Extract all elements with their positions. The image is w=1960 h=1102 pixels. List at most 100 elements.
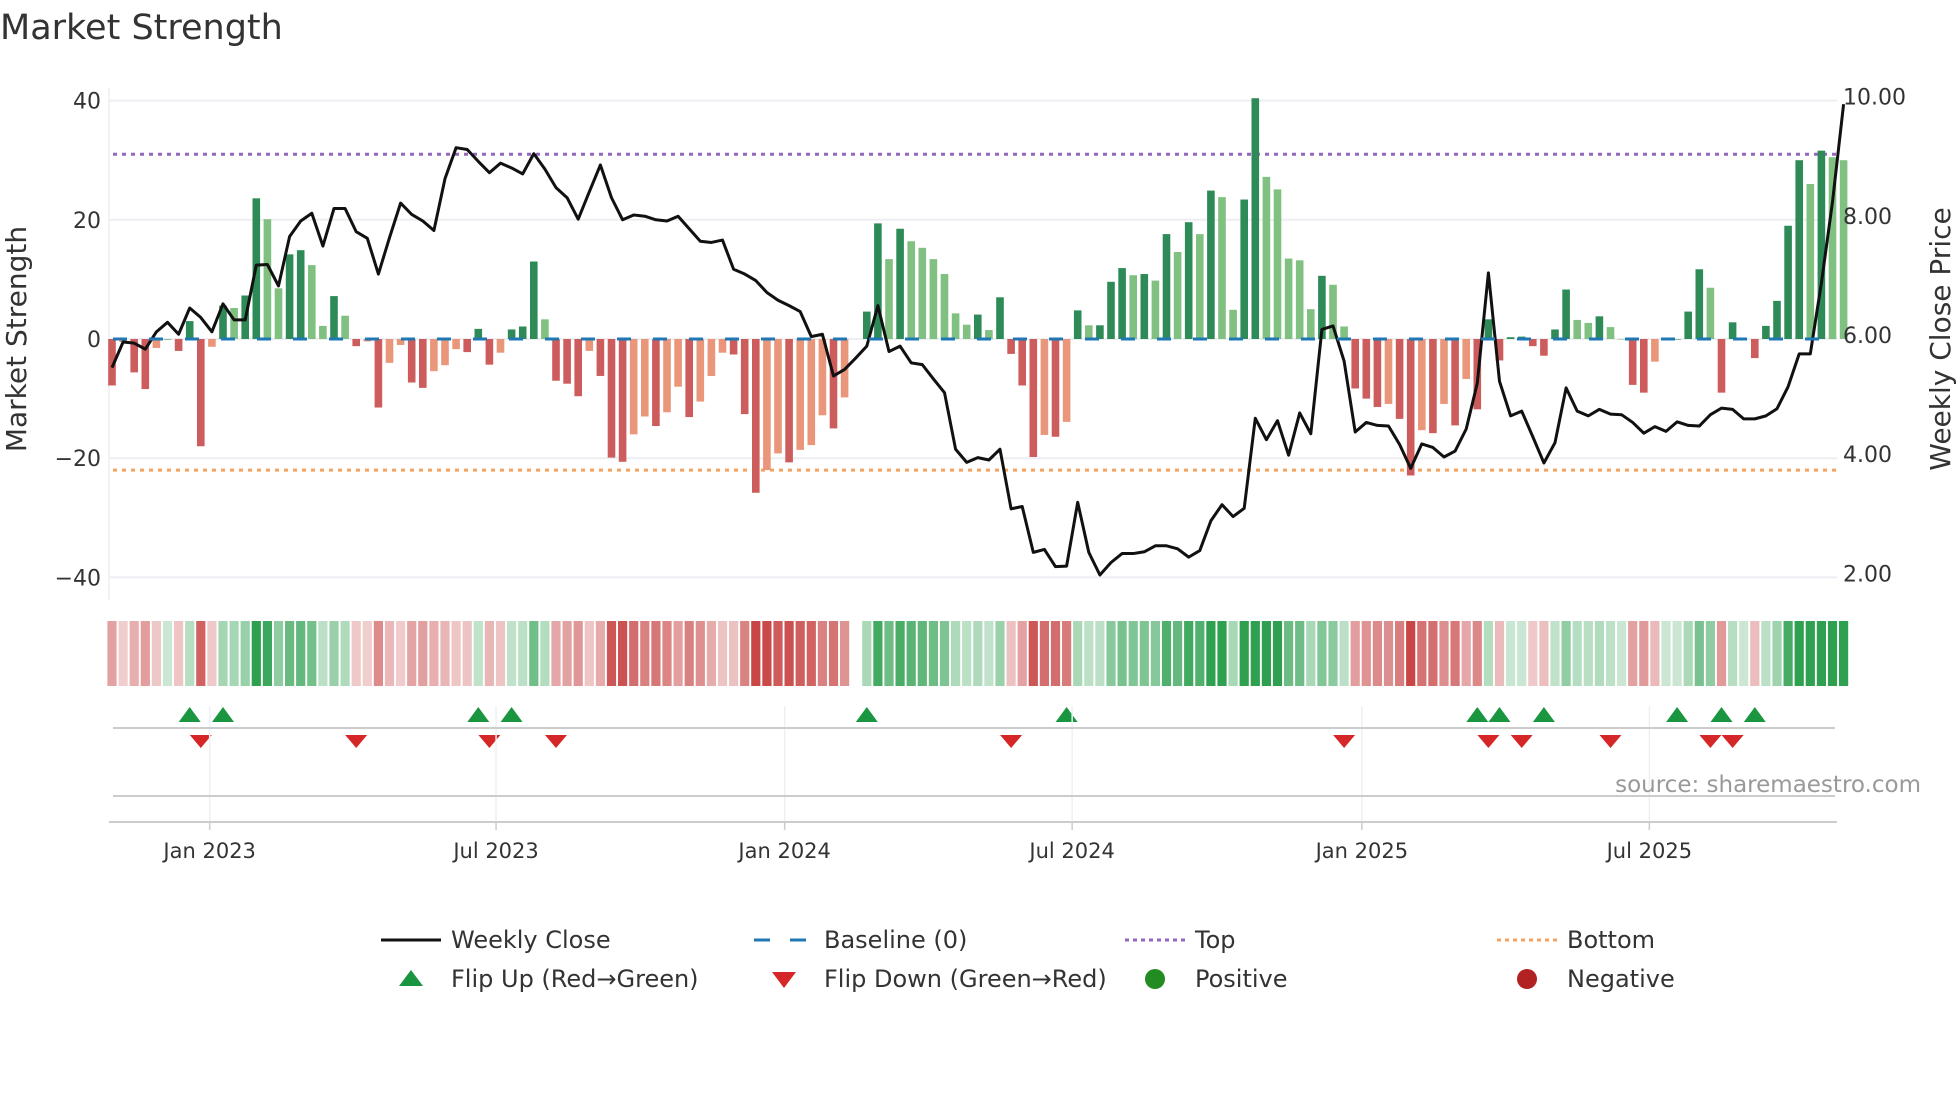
legend-label: Top (1194, 926, 1236, 954)
flip-up-marker (178, 707, 201, 722)
heat-cell (384, 621, 395, 686)
y2-axis-title: Weekly Close Price (1924, 207, 1957, 470)
strength-bar (641, 339, 649, 417)
heat-cell (362, 621, 372, 686)
strength-bar (285, 254, 294, 339)
heat-cell (862, 621, 872, 686)
heat-cell (1372, 621, 1382, 686)
heat-cell (762, 621, 772, 686)
heat-cell (1028, 621, 1038, 686)
heat-cell (1450, 621, 1460, 686)
heat-cell (906, 621, 916, 686)
heat-cell (1361, 621, 1371, 686)
strength-bar (496, 339, 505, 353)
flip-down-marker (1000, 735, 1023, 748)
heat-cell (551, 621, 561, 686)
heat-cell (1839, 621, 1849, 686)
heat-cell (806, 621, 816, 686)
strength-bar (1429, 339, 1437, 434)
heat-cell (307, 621, 317, 686)
y2-tick-label: 10.00 (1843, 86, 1906, 111)
strength-bar (1018, 339, 1026, 386)
heat-cell (1039, 621, 1049, 686)
strength-bar (1029, 339, 1038, 458)
strength-bar (1151, 280, 1160, 339)
heat-cell (185, 621, 195, 686)
heat-cell (162, 621, 173, 686)
flip-down-marker (545, 735, 567, 748)
strength-bar (1762, 325, 1770, 339)
heat-cell (895, 621, 905, 686)
y-tick-label: 40 (73, 90, 101, 115)
heat-cell (251, 621, 261, 686)
strength-bar (1584, 322, 1593, 339)
heat-cell (817, 621, 827, 686)
heat-cell (1284, 621, 1294, 686)
strength-bar (1051, 339, 1060, 437)
heat-cell (1272, 621, 1283, 686)
strength-bar (940, 274, 949, 339)
x-tick-label: Jan 2025 (1314, 839, 1409, 863)
strength-bar (962, 324, 971, 339)
flip-down-marker (1599, 735, 1622, 748)
legend-triangle-down-icon (772, 972, 796, 988)
heat-cell (1095, 621, 1105, 686)
flip-up-marker (1055, 707, 1078, 722)
heat-cell (429, 621, 439, 686)
heat-cell (1761, 621, 1771, 686)
strength-bar (707, 339, 716, 376)
source-label: source: sharemaestro.com (1615, 772, 1921, 798)
strength-bar (1451, 339, 1459, 426)
heat-cell (1084, 621, 1094, 686)
strength-bar (1351, 339, 1359, 389)
strength-bar (1295, 260, 1304, 339)
heat-cell (373, 621, 383, 686)
heat-cell (529, 621, 539, 686)
heat-cell (1339, 621, 1349, 686)
heat-cell (618, 621, 628, 686)
left-axis: 40 20 0 −20 −40 (55, 90, 101, 592)
heat-cell (1217, 621, 1227, 686)
heat-cell (507, 621, 517, 686)
heat-cell (640, 621, 650, 686)
heat-cell (240, 621, 250, 686)
strength-bar (474, 328, 483, 339)
heat-cell (1827, 621, 1838, 686)
strength-bar (1173, 251, 1182, 339)
strength-bar (1406, 339, 1415, 476)
strength-bar (951, 313, 960, 339)
heat-cell (107, 621, 117, 686)
strength-bar (1595, 316, 1604, 339)
heat-cell (351, 621, 361, 686)
heat-cell (1683, 621, 1693, 686)
heat-cell (662, 621, 672, 686)
strength-bar (1806, 184, 1815, 339)
legend-label: Positive (1195, 965, 1288, 993)
heat-cell (207, 621, 217, 686)
flip-down-marker (189, 735, 212, 748)
heat-cell (229, 621, 239, 686)
heat-cell (396, 621, 406, 686)
heat-cell (717, 621, 728, 686)
heat-cell (1239, 621, 1249, 686)
strength-bar (1107, 281, 1115, 339)
x-tick-label: Jan 2024 (736, 839, 831, 863)
legend-label: Negative (1567, 965, 1675, 993)
flip-up-marker (500, 707, 523, 722)
strength-bar (1118, 268, 1126, 339)
strength-bar (763, 339, 771, 471)
strength-bar (208, 339, 216, 347)
strength-bar (263, 219, 272, 339)
strength-bar (1628, 339, 1637, 385)
strength-bar (296, 250, 305, 339)
heat-cell (1783, 621, 1793, 686)
strength-bar (174, 339, 183, 351)
heat-cell (1705, 621, 1715, 686)
strength-bar (1196, 234, 1204, 339)
y-tick-label: −20 (55, 447, 101, 472)
strength-bar (541, 319, 549, 339)
heat-cell (651, 621, 661, 686)
strength-bar (1040, 339, 1049, 435)
strength-bar (796, 339, 804, 450)
y2-tick-label: 6.00 (1843, 324, 1892, 349)
